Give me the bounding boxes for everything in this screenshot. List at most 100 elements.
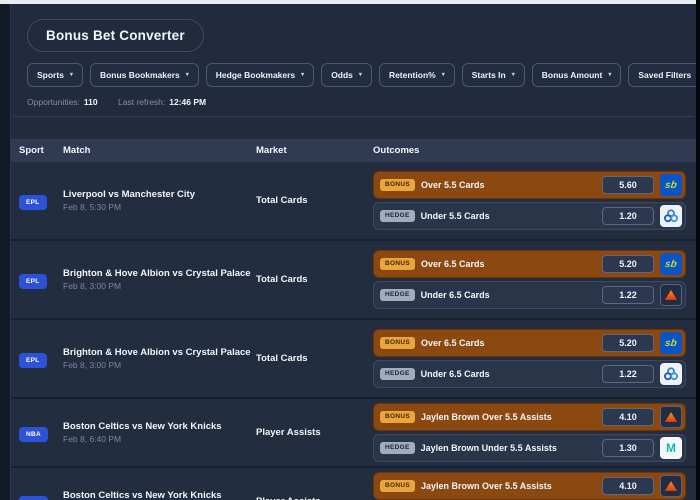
blue-rings-bookmaker-icon [660,363,682,385]
match-time: Feb 8, 6:40 PM [63,434,122,445]
divider [13,116,694,117]
filter-button-label: Starts In [471,70,506,80]
chevron-down-icon: ▾ [441,72,445,78]
hedge-tag: HEDGE [380,209,415,223]
opportunities-value: 110 [83,97,98,107]
sport-badge: NBA [19,496,48,500]
filter-sports[interactable]: Sports ▾ [27,63,83,87]
filter-bonus-bookmakers[interactable]: Bonus Bookmakers ▾ [89,63,199,87]
triangle-bookmaker-icon [660,406,682,428]
bonus-outcome-label: Over 6.5 Cards [420,259,485,269]
hedge-outcome-label: Under 5.5 Cards [420,211,490,221]
chevron-down-icon: ▾ [69,72,73,78]
table-row: NBA Boston Celtics vs New York Knicks Fe… [11,399,696,468]
column-header-outcomes: Outcomes [373,145,420,156]
hedge-outcome-row[interactable]: HEDGE Under 6.5 Cards 1.22 [373,360,686,388]
market-label: Total Cards [256,274,308,285]
opportunities-table: Sport Match Market Outcomes EPL Liverpoo… [11,139,696,500]
filter-button-label: Hedge Bookmakers [215,70,296,80]
bonus-odds-value: 5.60 [602,176,654,194]
match-time: Feb 8, 3:00 PM [63,281,122,292]
chevron-down-icon: ▾ [185,72,189,78]
bonus-tag: BONUS [380,257,415,271]
hedge-outcome-row[interactable]: HEDGE Jaylen Brown Under 5.5 Assists 1.3… [373,434,686,462]
hedge-odds-value: 1.22 [602,365,654,383]
last-refresh-value: 12:46 PM [169,97,207,107]
chevron-down-icon: ▾ [358,72,362,78]
filter-odds[interactable]: Odds ▾ [321,63,372,87]
sport-badge: EPL [19,195,47,210]
table-body: EPL Liverpool vs Manchester City Feb 8, … [11,162,696,500]
bonus-outcome-label: Over 5.5 Cards [420,180,485,190]
filter-button-label: Bonus Bookmakers [99,70,180,80]
hedge-tag: HEDGE [380,441,415,455]
sport-badge: EPL [19,353,47,368]
hedge-outcome-row[interactable]: HEDGE Under 5.5 Cards 1.20 [373,202,686,230]
left-sidebar-strip [0,4,11,500]
hedge-odds-value: 1.20 [602,207,654,225]
column-header-sport: Sport [19,145,44,156]
sportsbet-bookmaker-icon: sb [660,174,682,196]
filter-saved-filters[interactable]: Saved Filters ▾ [628,63,700,87]
filter-starts-in[interactable]: Starts In ▾ [461,63,525,87]
hedge-outcome-row[interactable]: HEDGE Under 6.5 Cards 1.22 [373,281,686,309]
bonus-tag: BONUS [380,336,415,350]
bonus-outcome-row[interactable]: BONUS Over 5.5 Cards 5.60 sb [373,171,686,199]
match-name: Brighton & Hove Albion vs Crystal Palace [63,346,251,358]
table-row: EPL Brighton & Hove Albion vs Crystal Pa… [11,320,696,399]
hedge-outcome-label: Jaylen Brown Under 5.5 Assists [420,443,557,453]
bonus-tag: BONUS [380,410,415,424]
bonus-outcome-row[interactable]: BONUS Over 6.5 Cards 5.20 sb [373,329,686,357]
filter-hedge-bookmakers[interactable]: Hedge Bookmakers ▾ [205,63,315,87]
market-label: Player Assists [256,427,321,438]
table-row: NBA Boston Celtics vs New York Knicks Fe… [11,468,696,500]
column-header-market: Market [256,145,287,156]
page-title-label: Bonus Bet Converter [46,28,185,43]
sport-badge: EPL [19,274,47,289]
market-label: Total Cards [256,195,308,206]
match-time: Feb 8, 3:00 PM [63,360,122,371]
filter-button-label: Retention% [388,70,436,80]
filter-button-label: Odds [331,70,353,80]
match-name: Boston Celtics vs New York Knicks [63,489,222,500]
bonus-odds-value: 4.10 [602,477,654,495]
m-letter-bookmaker-icon: M [660,437,682,459]
bonus-outcome-row[interactable]: BONUS Over 6.5 Cards 5.20 sb [373,250,686,278]
bonus-outcome-label: Jaylen Brown Over 5.5 Assists [420,481,552,491]
hedge-odds-value: 1.30 [602,439,654,457]
bonus-odds-value: 5.20 [602,255,654,273]
blue-rings-bookmaker-icon [660,205,682,227]
table-row: EPL Brighton & Hove Albion vs Crystal Pa… [11,241,696,320]
market-label: Total Cards [256,353,308,364]
filter-button-label: Saved Filters [638,70,692,80]
bonus-tag: BONUS [380,479,415,493]
main-content: Bonus Bet Converter Sports ▾ Bonus Bookm… [11,4,700,500]
hedge-tag: HEDGE [380,288,415,302]
bonus-odds-value: 5.20 [602,334,654,352]
filter-bonus-amount[interactable]: Bonus Amount ▾ [531,63,622,87]
bonus-outcome-label: Over 6.5 Cards [420,338,485,348]
table-row: EPL Liverpool vs Manchester City Feb 8, … [11,162,696,241]
filter-retention[interactable]: Retention% ▾ [378,63,455,87]
page-title: Bonus Bet Converter [27,19,204,52]
match-name: Boston Celtics vs New York Knicks [63,420,222,432]
bonus-outcome-label: Jaylen Brown Over 5.5 Assists [420,412,552,422]
hedge-outcome-label: Under 6.5 Cards [420,290,490,300]
sportsbet-bookmaker-icon: sb [660,332,682,354]
triangle-bookmaker-icon [660,475,682,497]
hedge-outcome-label: Under 6.5 Cards [420,369,490,379]
table-header-row: Sport Match Market Outcomes [11,139,696,162]
bonus-tag: BONUS [380,178,415,192]
filter-button-label: Bonus Amount [541,70,603,80]
bonus-outcome-row[interactable]: BONUS Jaylen Brown Over 5.5 Assists 4.10 [373,403,686,431]
match-time: Feb 8, 5:30 PM [63,202,122,213]
screen-right-border [696,0,700,500]
stats-bar: Opportunities: 110 Last refresh: 12:46 PM [27,97,696,107]
chevron-down-icon: ▾ [301,72,305,78]
column-header-match: Match [63,145,91,156]
triangle-bookmaker-icon [660,284,682,306]
top-strip [0,0,700,4]
bonus-outcome-row[interactable]: BONUS Jaylen Brown Over 5.5 Assists 4.10 [373,472,686,500]
opportunities-label: Opportunities: [27,97,80,107]
hedge-tag: HEDGE [380,367,415,381]
